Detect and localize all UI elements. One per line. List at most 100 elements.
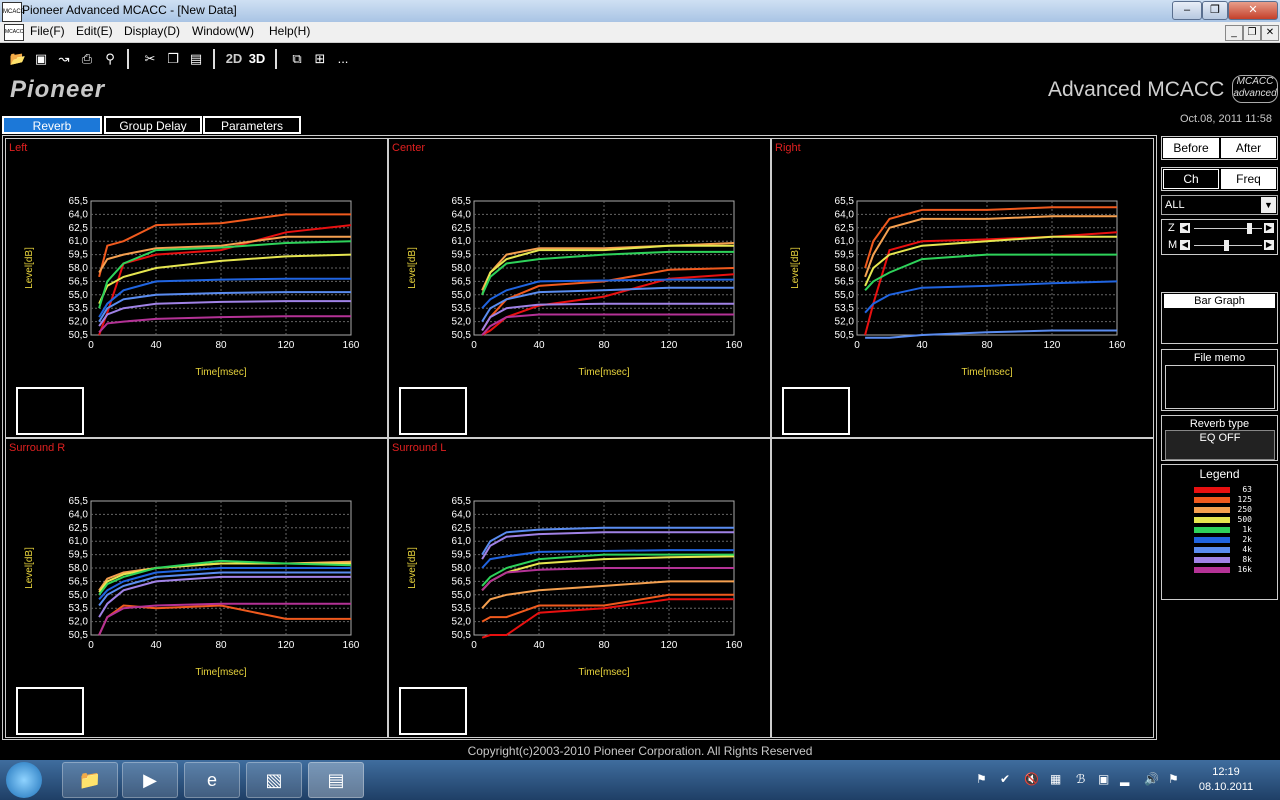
mini-view-left[interactable] — [16, 387, 84, 435]
mcacc-task-icon[interactable]: ▤ — [308, 762, 364, 798]
copyright-text: Copyright(c)2003-2010 Pioneer Corporatio… — [0, 744, 1280, 758]
zoom-right-arrow-icon[interactable]: ▶ — [1264, 223, 1274, 233]
print-icon[interactable]: ⎙ — [77, 49, 97, 69]
mdi-minimize-button[interactable]: _ — [1225, 25, 1243, 41]
y-tick-label: 52,0 — [69, 617, 89, 628]
legend-label: 16k — [1232, 565, 1252, 574]
y-axis-label: Level[dB] — [790, 247, 801, 289]
y-tick-label: 59,5 — [452, 250, 472, 261]
file-viewer-task-icon[interactable]: ▧ — [246, 762, 302, 798]
y-tick-label: 65,5 — [69, 496, 89, 507]
chart-cell-right: Right 65,564,062,561,059,558,056,555,053… — [771, 138, 1154, 438]
menu-edit[interactable]: Edit(E) — [76, 24, 113, 38]
y-tick-label: 52,0 — [452, 617, 472, 628]
ch-button[interactable]: Ch — [1163, 169, 1219, 189]
y-tick-label: 56,5 — [69, 276, 89, 287]
y-tick-label: 59,5 — [69, 550, 89, 561]
close-button[interactable]: ✕ — [1228, 1, 1278, 20]
zoom-left-arrow-icon[interactable]: ◀ — [1180, 223, 1190, 233]
x-tick-label: 40 — [533, 640, 545, 651]
tab-group-delay[interactable]: Group Delay — [104, 116, 202, 134]
media-player-task-icon[interactable]: ▶ — [122, 762, 178, 798]
cut-icon[interactable]: ✂ — [140, 49, 160, 69]
series-line-125 — [99, 606, 351, 636]
internet-explorer-task-icon[interactable]: e — [184, 762, 240, 798]
reverb-type-label: Reverb type — [1162, 418, 1277, 430]
zoom-slider-thumb[interactable] — [1247, 223, 1252, 234]
save-icon[interactable]: ▣ — [31, 49, 51, 69]
maximize-button[interactable]: ❐ — [1202, 1, 1228, 20]
mdi-restore-button[interactable]: ❐ — [1243, 25, 1261, 41]
m-left-arrow-icon[interactable]: ◀ — [1180, 240, 1190, 250]
x-tick-label: 40 — [150, 640, 162, 651]
tray-device-icon[interactable]: ▣ — [1098, 772, 1109, 786]
y-axis-label: Level[dB] — [407, 247, 418, 289]
before-button[interactable]: Before — [1163, 138, 1219, 158]
chevron-down-icon[interactable]: ▼ — [1261, 197, 1276, 213]
file-memo-box: File memo — [1161, 349, 1278, 411]
series-line-8k — [482, 304, 734, 331]
y-tick-label: 61,0 — [835, 236, 855, 247]
toolbar: 📂 ▣ ↝ ⎙ ⚲ ✂ ❐ ▤ 2D 3D ⧉ ⊞ ... — [0, 43, 1280, 75]
more-button[interactable]: ... — [333, 49, 353, 69]
tray-flag-icon[interactable]: ⚑ — [976, 772, 987, 786]
pioneer-logo: Pioneer — [10, 76, 105, 104]
menu-window[interactable]: Window(W) — [192, 24, 254, 38]
m-right-arrow-icon[interactable]: ▶ — [1264, 240, 1274, 250]
legend-item: 500 — [1194, 515, 1274, 525]
y-tick-label: 65,5 — [69, 196, 89, 207]
window-titlebar[interactable]: MCACC Pioneer Advanced MCACC - [New Data… — [0, 0, 1280, 23]
graph-icon[interactable]: ↝ — [54, 49, 74, 69]
view-2d-button[interactable]: 2D — [224, 49, 244, 69]
tab-reverb[interactable]: Reverb — [2, 116, 102, 134]
tray-security-icon[interactable]: ✔ — [1000, 772, 1010, 786]
y-tick-label: 58,0 — [452, 263, 472, 274]
mini-view-surround-r[interactable] — [16, 687, 84, 735]
taskbar: 📁 ▶ e ▧ ▤ ⚑ ✔ 🔇 ▦ ℬ ▣ ▂ 🔊 ⚑ 12:19 08.10.… — [0, 760, 1280, 800]
x-tick-label: 160 — [1109, 340, 1126, 351]
channel-select[interactable]: ALL ▼ — [1161, 195, 1278, 215]
minimize-button[interactable]: – — [1172, 1, 1202, 20]
after-button[interactable]: After — [1221, 138, 1276, 158]
legend-label: 125 — [1232, 495, 1252, 504]
mini-view-right[interactable] — [782, 387, 850, 435]
m-slider-thumb[interactable] — [1224, 240, 1229, 251]
menu-display[interactable]: Display(D) — [124, 24, 180, 38]
tile-windows-icon[interactable]: ⊞ — [310, 49, 330, 69]
tray-volume-mute-icon[interactable]: 🔇 — [1024, 772, 1039, 786]
tray-nvidia-icon[interactable]: ▦ — [1050, 772, 1061, 786]
reverb-type-value: EQ OFF — [1165, 430, 1275, 460]
mini-view-surround-l[interactable] — [399, 687, 467, 735]
product-name: Advanced MCACC — [1048, 78, 1224, 102]
copy-icon[interactable]: ❐ — [163, 49, 183, 69]
freq-button[interactable]: Freq — [1221, 169, 1276, 189]
bar-graph-box: Bar Graph — [1161, 292, 1278, 344]
cascade-windows-icon[interactable]: ⧉ — [287, 49, 307, 69]
toolbar-separator — [213, 49, 215, 69]
open-folder-icon[interactable]: 📂 — [8, 49, 28, 69]
chart-cell-empty — [771, 438, 1154, 738]
chart-cell-center: Center 65,564,062,561,059,558,056,555,05… — [388, 138, 771, 438]
mdi-close-button[interactable]: ✕ — [1261, 25, 1279, 41]
menu-help[interactable]: Help(H) — [269, 24, 310, 38]
file-memo-field[interactable] — [1165, 365, 1275, 409]
menu-file[interactable]: File(F) — [30, 24, 65, 38]
taskbar-clock[interactable]: 12:19 08.10.2011 — [1196, 765, 1256, 795]
bar-graph-button[interactable]: Bar Graph — [1164, 294, 1275, 308]
tab-parameters[interactable]: Parameters — [203, 116, 301, 134]
tray-bluetooth-icon[interactable]: ℬ — [1076, 772, 1085, 786]
y-tick-label: 55,0 — [69, 290, 89, 301]
legend-swatch — [1194, 527, 1230, 533]
tray-signal-icon[interactable]: ▂ — [1120, 772, 1129, 786]
mini-view-center[interactable] — [399, 387, 467, 435]
tray-speaker-icon[interactable]: 🔊 — [1144, 772, 1159, 786]
view-3d-button[interactable]: 3D — [247, 49, 267, 69]
legend-label: 2k — [1232, 535, 1252, 544]
y-tick-label: 61,0 — [452, 236, 472, 247]
document-icon[interactable]: MCACC — [4, 24, 24, 41]
explorer-task-icon[interactable]: 📁 — [62, 762, 118, 798]
print-preview-icon[interactable]: ⚲ — [100, 49, 120, 69]
paste-icon[interactable]: ▤ — [186, 49, 206, 69]
tray-action-center-icon[interactable]: ⚑ — [1168, 772, 1179, 786]
start-button[interactable] — [6, 762, 42, 798]
